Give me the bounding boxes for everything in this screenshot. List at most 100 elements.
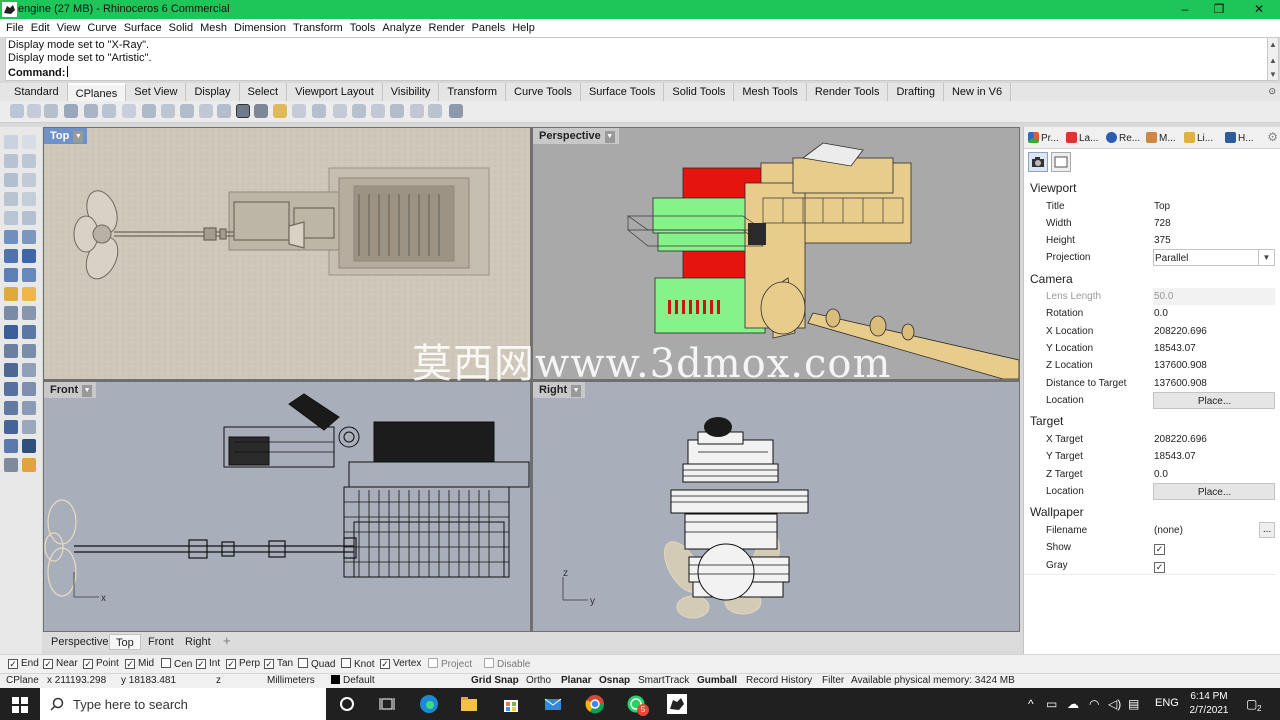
menu-help[interactable]: Help bbox=[509, 19, 538, 37]
offset-icon[interactable] bbox=[22, 420, 36, 434]
chevron-down-icon[interactable]: ▼ bbox=[1258, 250, 1274, 265]
cplane-right-icon[interactable] bbox=[44, 104, 58, 118]
checkbox-icon[interactable]: ✓ bbox=[380, 659, 390, 669]
maximize-button[interactable]: ❐ bbox=[1202, 1, 1236, 18]
scale-icon[interactable] bbox=[4, 363, 18, 377]
panel-tab-help[interactable]: H... bbox=[1225, 130, 1254, 148]
surface-icon[interactable] bbox=[4, 230, 18, 244]
record-history-toggle[interactable]: Record History bbox=[746, 675, 812, 686]
analyze-icon[interactable] bbox=[4, 439, 18, 453]
arc-icon[interactable] bbox=[22, 173, 36, 187]
viewport-label-perspective[interactable]: Perspective ▼ bbox=[533, 128, 619, 144]
target-place-button[interactable]: Place... bbox=[1153, 483, 1275, 500]
osnap-point[interactable]: ✓ Point bbox=[83, 658, 119, 669]
viewport-right[interactable]: z y Right ▼ bbox=[533, 382, 1019, 631]
osnap-end[interactable]: ✓ End bbox=[8, 658, 39, 669]
cplane-rotate-icon[interactable] bbox=[102, 104, 116, 118]
viewport-height-field[interactable]: 375 bbox=[1153, 232, 1275, 249]
wallpaper-icon[interactable] bbox=[1051, 152, 1071, 172]
cplane-curve-icon[interactable] bbox=[217, 104, 231, 118]
tab-render-tools[interactable]: Render Tools bbox=[806, 83, 889, 101]
checkbox-icon[interactable] bbox=[484, 658, 494, 668]
camera-place-button[interactable]: Place... bbox=[1153, 392, 1275, 409]
keyboard-icon[interactable]: ▤ bbox=[1128, 697, 1139, 711]
tab-surface-tools[interactable]: Surface Tools bbox=[580, 83, 665, 101]
command-scrollbar[interactable]: ▲ ▲ ▼ bbox=[1267, 37, 1279, 81]
vp-tab-perspective[interactable]: Perspective bbox=[45, 634, 114, 650]
cplane-zaxis-icon[interactable] bbox=[180, 104, 194, 118]
rhino-taskbar-icon[interactable] bbox=[667, 694, 687, 714]
cloud-icon[interactable]: ☁ bbox=[1067, 697, 1079, 711]
menu-edit[interactable]: Edit bbox=[28, 19, 53, 37]
tab-display[interactable]: Display bbox=[186, 83, 240, 101]
osnap-toggle[interactable]: Osnap bbox=[599, 675, 630, 686]
osnap-quad[interactable]: Quad bbox=[298, 658, 335, 670]
checkbox-icon[interactable]: ✓ bbox=[226, 659, 236, 669]
edge-browser-icon[interactable] bbox=[419, 694, 439, 714]
add-viewport-tab-icon[interactable]: + bbox=[223, 633, 231, 648]
cplane-save-icon[interactable] bbox=[254, 104, 268, 118]
gumball-toggle[interactable]: Gumball bbox=[697, 675, 737, 686]
ortho-toggle[interactable]: Ortho bbox=[526, 675, 551, 686]
cplane-world-back-icon[interactable] bbox=[390, 104, 404, 118]
light-icon[interactable] bbox=[4, 287, 18, 301]
boolean-icon[interactable] bbox=[4, 325, 18, 339]
browse-button[interactable]: ... bbox=[1259, 522, 1275, 538]
menu-surface[interactable]: Surface bbox=[121, 19, 165, 37]
checkbox-icon[interactable] bbox=[341, 658, 351, 668]
move-icon[interactable] bbox=[4, 344, 18, 358]
panel-tab-libraries[interactable]: Li... bbox=[1184, 130, 1213, 148]
checkbox-icon[interactable]: ✓ bbox=[8, 659, 18, 669]
fillet-curve-icon[interactable] bbox=[22, 211, 36, 225]
cplane-origin-icon[interactable] bbox=[64, 104, 78, 118]
mesh-icon[interactable] bbox=[22, 268, 36, 282]
wallpaper-filename-field[interactable]: (none)... bbox=[1153, 522, 1275, 539]
chrome-icon[interactable] bbox=[585, 694, 605, 714]
polygon-icon[interactable] bbox=[4, 192, 18, 206]
checkbox-icon[interactable]: ✓ bbox=[43, 659, 53, 669]
cylinder-icon[interactable] bbox=[4, 268, 18, 282]
osnap-tan[interactable]: ✓ Tan bbox=[264, 658, 293, 669]
system-clock[interactable]: 6:14 PM 2/7/2021 bbox=[1188, 690, 1230, 718]
cplane-top-icon[interactable] bbox=[10, 104, 24, 118]
status-units[interactable]: Millimeters bbox=[267, 675, 315, 686]
cplane-undo-icon[interactable] bbox=[292, 104, 306, 118]
z-location-field[interactable]: 137600.908 bbox=[1153, 357, 1275, 374]
tab-mesh-tools[interactable]: Mesh Tools bbox=[734, 83, 807, 101]
osnap-knot[interactable]: Knot bbox=[341, 658, 375, 670]
cplane-xaxis-icon[interactable] bbox=[161, 104, 175, 118]
viewport-label-top[interactable]: Top ▼ bbox=[44, 128, 88, 144]
grid-snap-toggle[interactable]: Grid Snap bbox=[471, 675, 519, 686]
menu-solid[interactable]: Solid bbox=[166, 19, 196, 37]
material-icon[interactable] bbox=[22, 458, 36, 472]
cortana-icon[interactable] bbox=[337, 694, 357, 714]
projection-dropdown[interactable]: Parallel ▼ bbox=[1153, 249, 1275, 266]
cplane-world-bottom-icon[interactable] bbox=[428, 104, 442, 118]
cplane-3point-icon[interactable] bbox=[142, 104, 156, 118]
viewport-front[interactable]: x Front ▼ bbox=[44, 382, 530, 631]
vp-tab-right[interactable]: Right bbox=[179, 634, 217, 650]
tab-solid-tools[interactable]: Solid Tools bbox=[664, 83, 735, 101]
volume-icon[interactable]: ◁) bbox=[1108, 697, 1121, 711]
notification-icon[interactable]: ▢ bbox=[1246, 697, 1257, 711]
close-button[interactable]: ✕ bbox=[1242, 1, 1276, 18]
language-indicator[interactable]: ENG bbox=[1155, 697, 1179, 709]
check-icon[interactable] bbox=[22, 439, 36, 453]
chevron-down-icon[interactable]: ▼ bbox=[604, 131, 615, 143]
box-icon[interactable] bbox=[4, 249, 18, 263]
tab-viewport-layout[interactable]: Viewport Layout bbox=[287, 83, 383, 101]
cplane-named-icon[interactable] bbox=[449, 104, 463, 118]
chevron-down-icon[interactable]: ▼ bbox=[82, 385, 93, 397]
status-layer[interactable]: Default bbox=[331, 675, 375, 686]
osnap-disable[interactable]: Disable bbox=[484, 658, 530, 670]
explode-icon[interactable] bbox=[22, 401, 36, 415]
cplane-world-right-icon[interactable] bbox=[371, 104, 385, 118]
checkbox-icon[interactable]: ✓ bbox=[264, 659, 274, 669]
osnap-cen[interactable]: Cen bbox=[161, 658, 192, 670]
cplane-open-icon[interactable] bbox=[273, 104, 287, 118]
panel-tab-properties[interactable]: Pr... bbox=[1028, 130, 1059, 148]
cplane-elevation-icon[interactable] bbox=[84, 104, 98, 118]
select-arrow-icon[interactable] bbox=[4, 135, 18, 149]
z-target-field[interactable]: 0.0 bbox=[1153, 466, 1275, 483]
smarttrack-toggle[interactable]: SmartTrack bbox=[638, 675, 689, 686]
